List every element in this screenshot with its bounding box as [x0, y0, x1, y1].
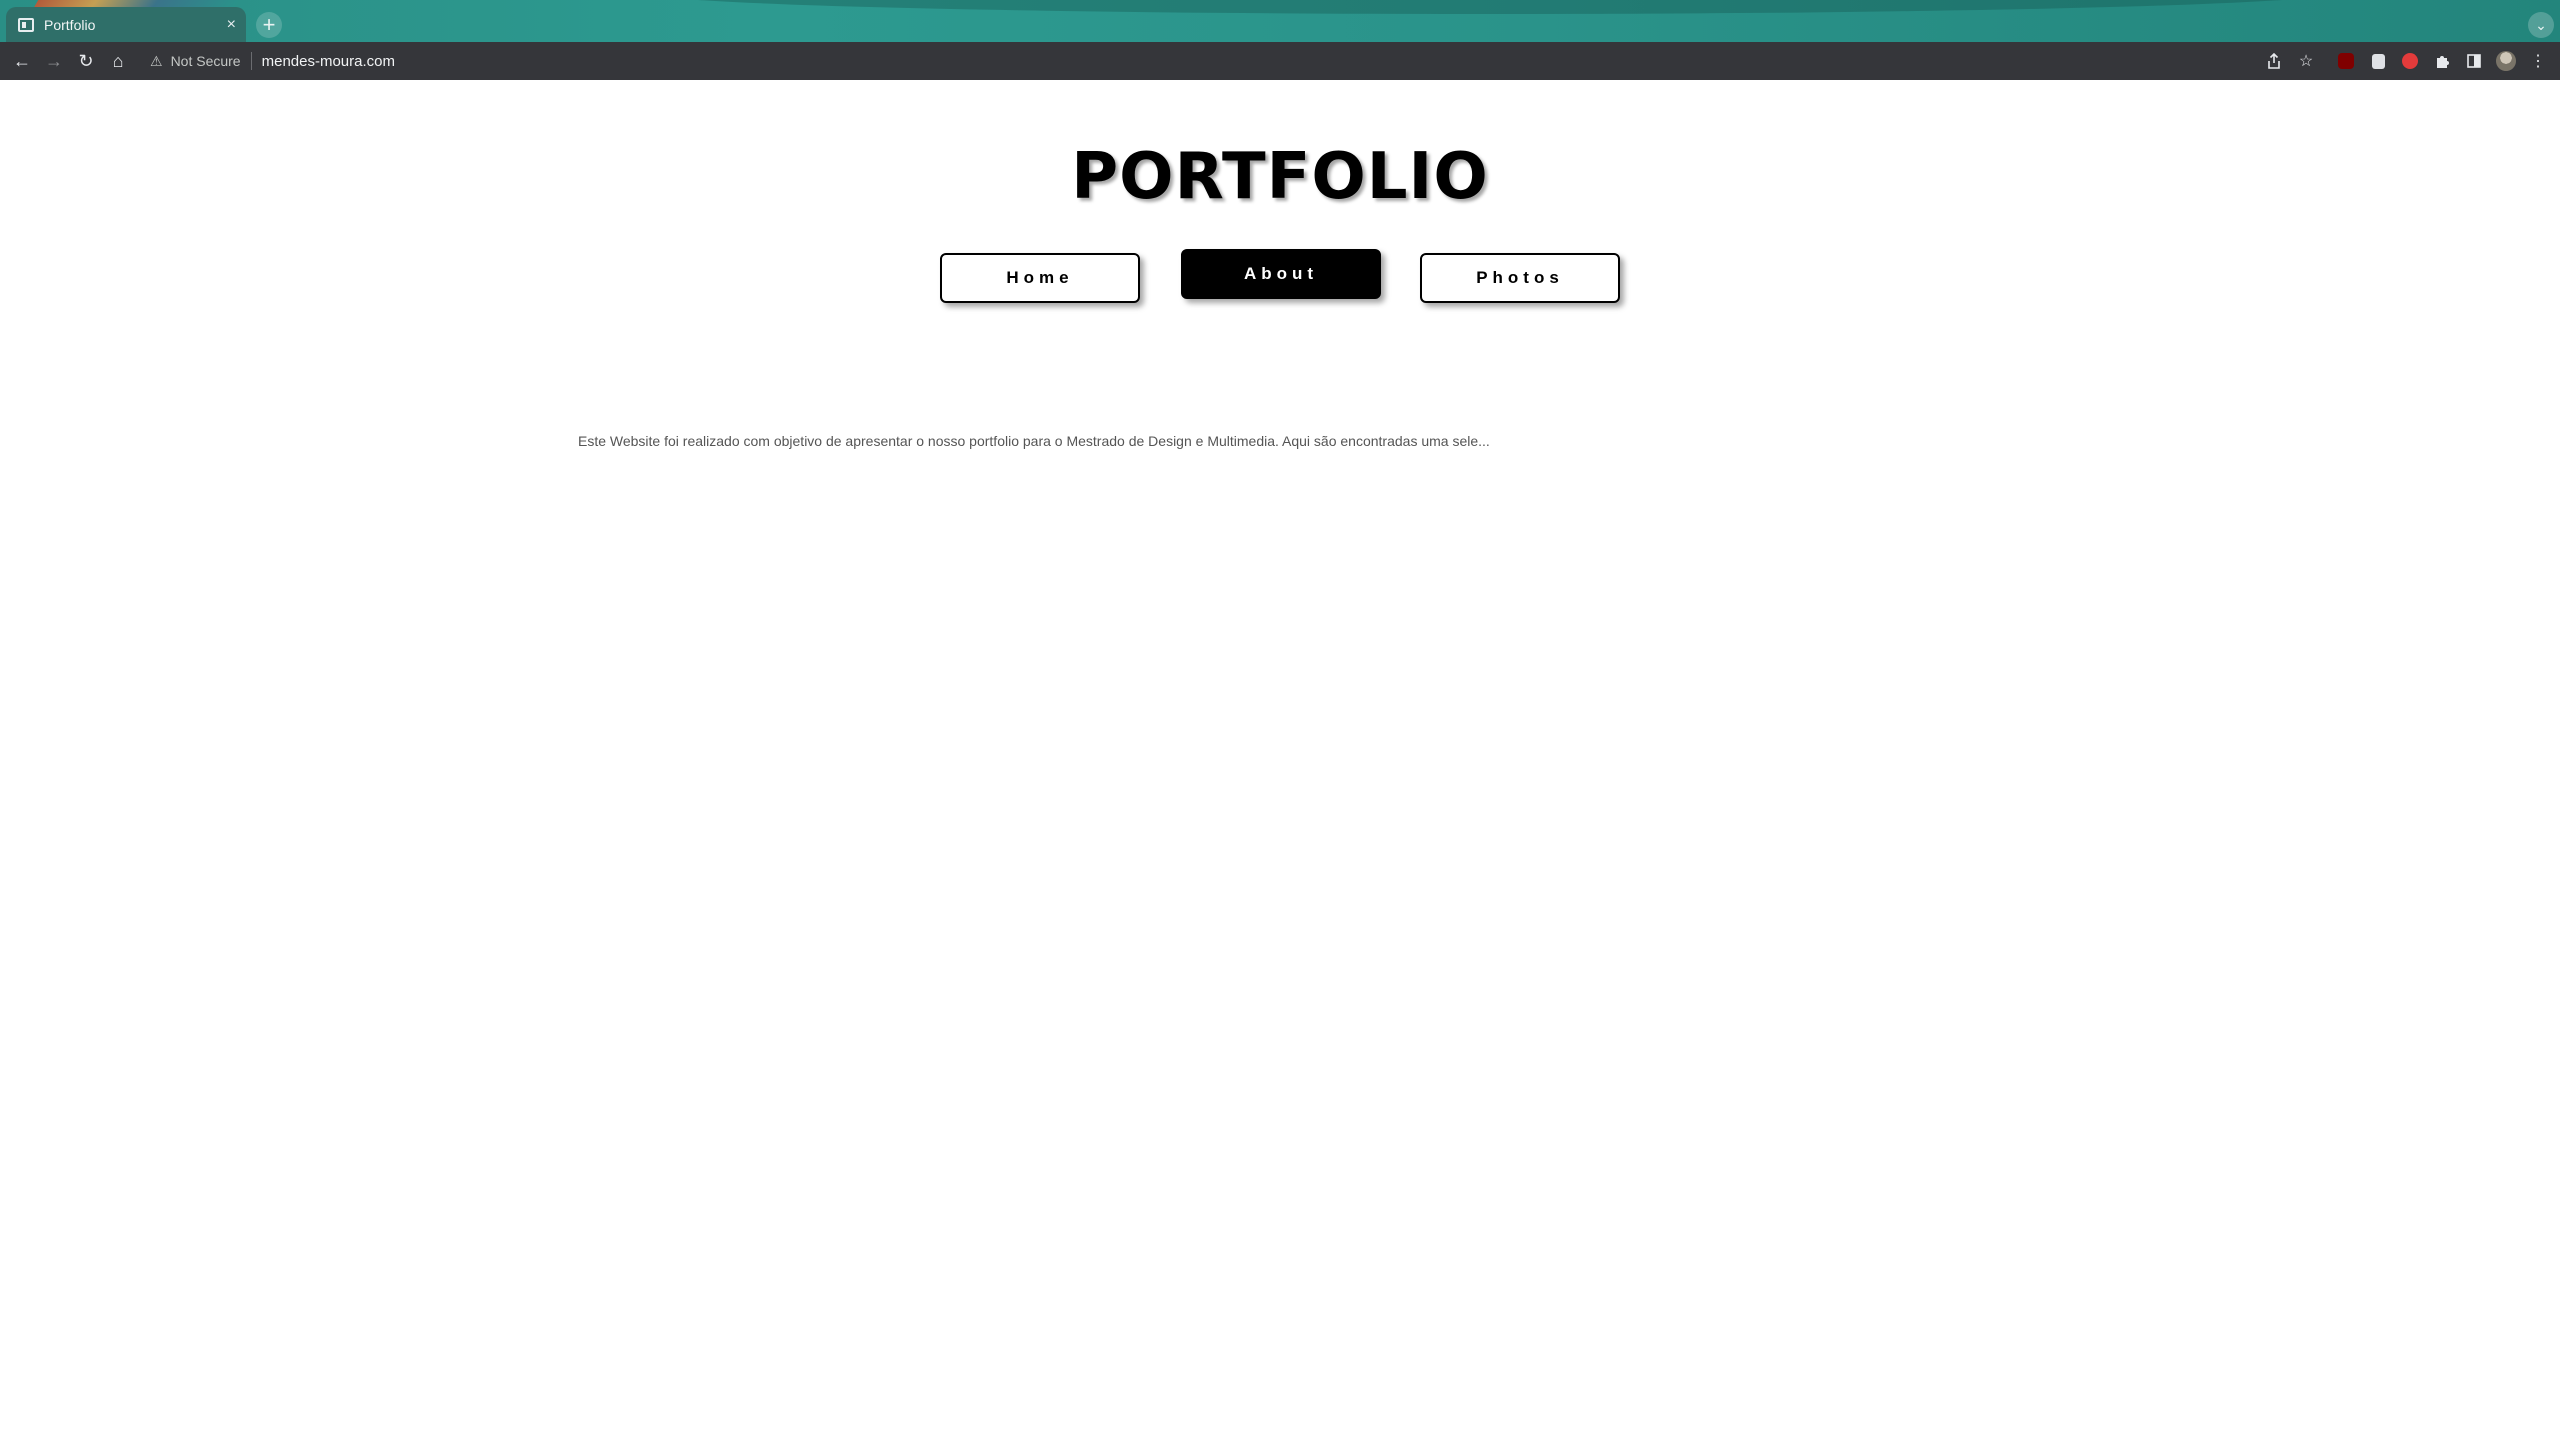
forward-button[interactable]: → — [38, 45, 70, 77]
browser-toolbar: ← → ↻ ⌂ ⚠ Not Secure mendes-moura.com ☆ … — [0, 42, 2560, 80]
url-text[interactable]: mendes-moura.com — [262, 53, 395, 70]
security-label: Not Secure — [170, 53, 241, 69]
profile-avatar[interactable] — [2490, 45, 2522, 77]
page-title: PORTFOLIO — [1071, 140, 1489, 214]
toolbar-actions: ☆ ⋮ — [2258, 42, 2554, 80]
warning-triangle-icon: ⚠ — [150, 52, 163, 69]
address-bar[interactable]: ⚠ Not Secure mendes-moura.com — [150, 42, 395, 80]
tab-search-button[interactable]: ⌄ — [2528, 12, 2554, 38]
page-content: PORTFOLIO Home About Photos Este Website… — [0, 80, 2560, 1440]
kebab-menu-icon[interactable]: ⋮ — [2522, 45, 2554, 77]
close-tab-icon[interactable]: × — [227, 16, 236, 33]
tab-strip: Portfolio × + ⌄ — [0, 0, 2560, 42]
share-icon[interactable] — [2258, 45, 2290, 77]
nav-about-button[interactable]: About — [1181, 249, 1381, 299]
home-button[interactable]: ⌂ — [102, 45, 134, 77]
new-tab-button[interactable]: + — [256, 12, 282, 38]
bitwarden-extension-icon[interactable] — [2362, 45, 2394, 77]
nav-home-button[interactable]: Home — [940, 253, 1140, 303]
intro-text: Este Website foi realizado com objetivo … — [578, 433, 1490, 449]
back-button[interactable]: ← — [6, 45, 38, 77]
reload-button[interactable]: ↻ — [70, 45, 102, 77]
bookmark-star-icon[interactable]: ☆ — [2290, 45, 2322, 77]
omnibox-divider — [250, 52, 252, 70]
tab-title: Portfolio — [44, 16, 96, 33]
nav-photos-button[interactable]: Photos — [1420, 253, 1620, 303]
ublock-extension-icon[interactable] — [2330, 45, 2362, 77]
page-favicon-icon — [18, 17, 34, 32]
puzzle-extensions-icon[interactable] — [2426, 45, 2458, 77]
red-extension-icon[interactable] — [2394, 45, 2426, 77]
browser-tab-portfolio[interactable]: Portfolio × — [6, 7, 246, 42]
tab-strip-theme-wave — [640, 0, 2340, 14]
side-panel-icon[interactable] — [2458, 45, 2490, 77]
